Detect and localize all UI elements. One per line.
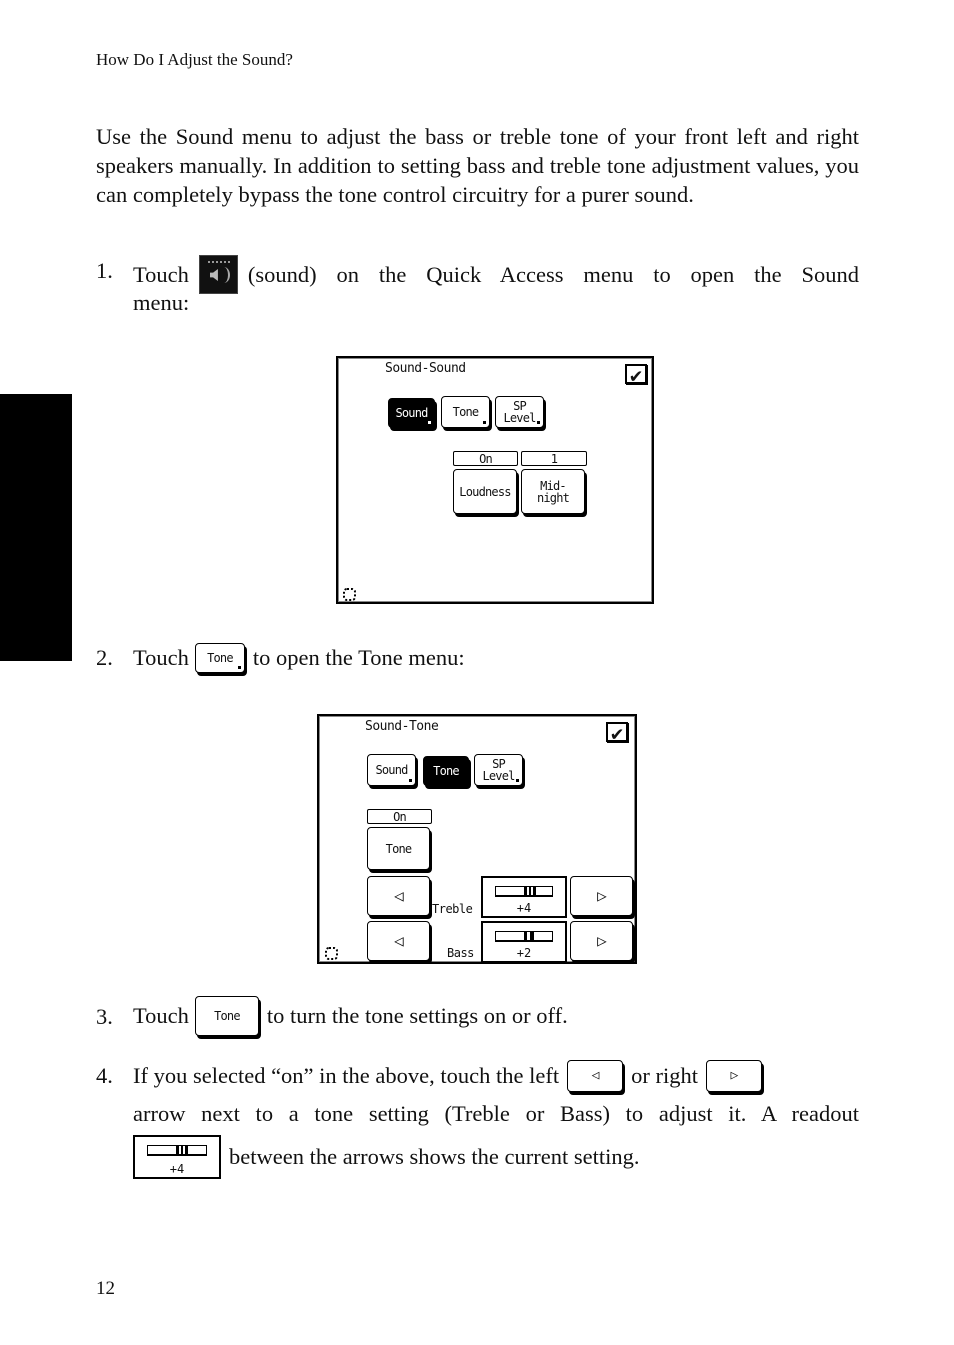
tab-sp-level[interactable]: SP Level: [474, 754, 523, 786]
step-4: 4. If you selected “on” in the above, to…: [96, 1058, 859, 1183]
step-text: Touch: [133, 1003, 189, 1028]
tone-status: On: [367, 809, 432, 824]
step-number: 4.: [96, 1063, 113, 1088]
midnight-button[interactable]: Mid-night: [521, 469, 585, 514]
running-head: How Do I Adjust the Sound?: [96, 50, 293, 69]
tab-sp-level[interactable]: SP Level: [495, 396, 544, 428]
tab-tone[interactable]: Tone: [423, 756, 469, 786]
step-2: 2. Touch Tone to open the Tone menu:: [96, 642, 859, 678]
bass-left-arrow[interactable]: ◁: [367, 921, 430, 961]
step-number: 1.: [96, 258, 113, 283]
step-3: 3. Touch Tone to turn the tone settings …: [96, 995, 859, 1041]
treble-left-arrow[interactable]: ◁: [367, 876, 430, 916]
treble-readout: +4: [481, 876, 567, 918]
sound-menu-screen: Sound-Sound ✔ Sound Tone SP Level On 1 Lo…: [336, 356, 654, 604]
check-icon[interactable]: ✔: [606, 722, 628, 743]
step-1: 1. Touch (sound) on the Quick Access men…: [96, 255, 859, 325]
left-arrow-button-inline[interactable]: ◁: [567, 1060, 624, 1092]
bass-readout: +2: [481, 921, 567, 963]
step-text: to turn the tone settings on or off.: [266, 1003, 568, 1028]
bass-label: Bass: [447, 946, 474, 960]
step-text: between the arrows shows the current set…: [229, 1144, 640, 1169]
step-text: arrow next to a tone setting (Treble or …: [133, 1101, 859, 1126]
step-text: If you selected “on” in the above, touch…: [133, 1063, 560, 1088]
tone-button-inline[interactable]: Tone: [194, 996, 259, 1036]
right-arrow-button-inline[interactable]: ▷: [705, 1060, 762, 1092]
step-text: to open the Tone menu:: [252, 645, 465, 670]
step-text: or right: [631, 1063, 698, 1088]
tab-sound[interactable]: Sound: [367, 754, 416, 786]
tone-toggle-button[interactable]: Tone: [367, 827, 430, 870]
loudness-button[interactable]: Loudness: [453, 469, 517, 514]
chapter-tab: [0, 394, 72, 661]
tone-button-inline[interactable]: Tone: [194, 643, 245, 673]
treble-label: Treble: [432, 902, 473, 916]
intro-paragraph: Use the Sound menu to adjust the bass or…: [96, 124, 859, 207]
step-text: menu:: [133, 290, 190, 315]
tone-menu-screen: Sound-Tone ✔ Sound Tone SP Level On Tone …: [317, 714, 637, 964]
tab-tone[interactable]: Tone: [441, 396, 490, 428]
treble-right-arrow[interactable]: ▷: [570, 876, 633, 916]
status-indicator-icon: [325, 947, 338, 960]
tab-sound[interactable]: Sound: [388, 398, 435, 428]
step-text: (sound) on the Quick Access menu to open…: [247, 261, 859, 287]
midnight-status: 1: [521, 451, 587, 466]
page-number: 12: [96, 1278, 115, 1299]
step-number: 2.: [96, 645, 113, 670]
step-number: 3.: [96, 1004, 113, 1029]
screen-title: Sound-Tone: [365, 719, 439, 734]
step-text: Touch: [133, 261, 189, 287]
check-icon[interactable]: ✔: [625, 364, 647, 385]
loudness-status: On: [453, 451, 518, 466]
step-text: Touch: [133, 645, 189, 670]
sound-icon[interactable]: [198, 255, 238, 294]
screen-title: Sound-Sound: [385, 361, 466, 376]
readout-inline: +4: [133, 1135, 221, 1179]
status-indicator-icon: [343, 588, 356, 601]
bass-right-arrow[interactable]: ▷: [570, 921, 633, 961]
